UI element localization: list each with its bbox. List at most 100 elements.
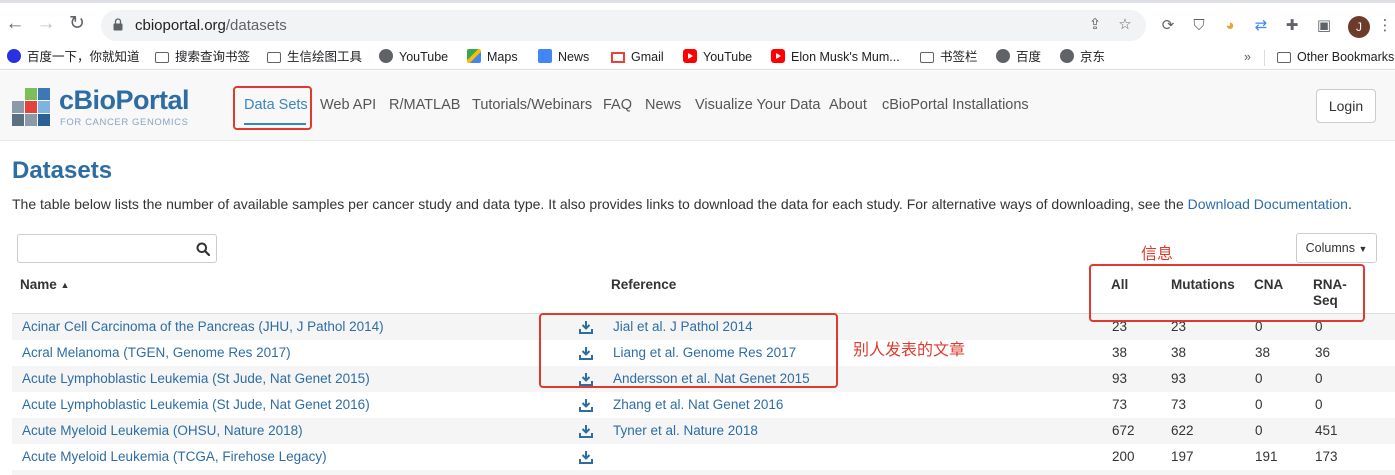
nav-visualize-your-data[interactable]: Visualize Your Data (695, 97, 821, 113)
share-icon[interactable]: ⇪ (1085, 15, 1105, 35)
mutations-count: 38 (1171, 345, 1187, 360)
globe-icon (996, 49, 1010, 63)
bookmark-baidu-search[interactable]: 百度一下，你就知道 (7, 48, 140, 66)
intro-end: . (1347, 196, 1352, 212)
cna-count: 0 (1255, 397, 1263, 412)
table-row (12, 470, 1395, 475)
study-name-link[interactable]: Acral Melanoma (TGEN, Genome Res 2017) (22, 345, 291, 360)
sidebar-icon[interactable]: ▣ (1314, 16, 1334, 36)
cna-count: 0 (1255, 371, 1263, 386)
bookmarks-overflow-chevron[interactable]: » (1244, 48, 1251, 66)
bookmark-baidu[interactable]: 百度 (996, 48, 1041, 66)
download-icon[interactable] (579, 450, 593, 464)
back-arrow-icon[interactable]: ← (4, 13, 26, 35)
study-name-link[interactable]: Acute Lymphoblastic Leukemia (St Jude, N… (22, 397, 370, 412)
intro-paragraph: The table below lists the number of avai… (12, 196, 1352, 212)
shield-extension-icon[interactable]: ⛉ (1189, 16, 1209, 36)
table-row: Acute Myeloid Leukemia (TCGA, Firehose L… (12, 444, 1395, 470)
gmail-icon (611, 52, 625, 63)
cna-count: 191 (1255, 449, 1278, 464)
nav-news[interactable]: News (645, 97, 681, 113)
menu-kebab-icon[interactable]: ⋮ (1375, 16, 1395, 36)
cbioportal-logo[interactable]: cBioPortal FOR CANCER GENOMICS (12, 85, 192, 129)
maps-icon (467, 49, 481, 63)
url-text: cbioportal.org/datasets (135, 17, 287, 34)
search-icon[interactable] (196, 242, 210, 256)
rna-seq-count: 0 (1315, 397, 1323, 412)
bookmark-jd[interactable]: 京东 (1060, 48, 1105, 66)
annotation-articles-label: 别人发表的文章 (853, 342, 966, 359)
columns-label: Columns (1305, 241, 1355, 255)
mutations-count: 93 (1171, 371, 1187, 386)
bookmark-news[interactable]: News (538, 48, 589, 66)
reference-link[interactable]: Zhang et al. Nat Genet 2016 (613, 397, 783, 412)
bookmark-label: Gmail (631, 50, 664, 64)
bookmark-star-icon[interactable]: ☆ (1115, 15, 1135, 35)
folder-icon (267, 52, 281, 63)
logo-mark-icon (12, 88, 50, 126)
bookmark-folder-tools[interactable]: 生信绘图工具 (267, 48, 362, 66)
logo-subtitle: FOR CANCER GENOMICS (60, 117, 189, 128)
nav-cbioportal-installations[interactable]: cBioPortal Installations (882, 97, 1029, 113)
translate-extension-icon[interactable]: ⇄ (1251, 16, 1271, 36)
logo-text: cBioPortal (59, 85, 190, 115)
bookmark-label: 搜索查询书签 (175, 50, 251, 64)
forward-arrow-icon[interactable]: → (35, 13, 57, 35)
nav-faq[interactable]: FAQ (603, 97, 632, 113)
reload-icon[interactable]: ↻ (66, 13, 88, 35)
nav-about[interactable]: About (829, 97, 867, 113)
column-header-name[interactable]: Name ▲ (20, 277, 69, 292)
bookmark-elon-musk[interactable]: Elon Musk's Mum... (771, 48, 900, 66)
annotation-box-references (539, 313, 838, 388)
url-path: /datasets (225, 17, 287, 34)
bookmark-label: Elon Musk's Mum... (791, 50, 900, 64)
mutations-count: 197 (1171, 449, 1194, 464)
nav-web-api[interactable]: Web API (320, 97, 376, 113)
nav-r-matlab[interactable]: R/MATLAB (389, 97, 460, 113)
login-button[interactable]: Login (1316, 89, 1376, 123)
all-count: 672 (1112, 423, 1135, 438)
browser-toolbar: ← → ↻ cbioportal.org/datasets ⇪ ☆ ⟳ ⛉ ◕ … (0, 0, 1395, 44)
bookmark-label: 百度一下，你就知道 (27, 50, 140, 64)
colorful-extension-icon[interactable]: ◕ (1220, 16, 1240, 36)
sync-extension-icon[interactable]: ⟳ (1158, 16, 1178, 36)
address-bar[interactable]: cbioportal.org/datasets ⇪ ☆ (101, 10, 1146, 41)
bookmarks-divider (1264, 50, 1265, 66)
all-count: 93 (1112, 371, 1128, 386)
nav-tutorials-webinars[interactable]: Tutorials/Webinars (472, 97, 592, 113)
download-icon[interactable] (579, 398, 593, 412)
bookmark-gmail[interactable]: Gmail (611, 48, 664, 66)
baidu-paw-icon (7, 49, 21, 63)
other-bookmarks[interactable]: Other Bookmarks (1277, 48, 1394, 66)
download-icon[interactable] (579, 424, 593, 438)
bookmark-maps[interactable]: Maps (467, 48, 518, 66)
bookmark-label: YouTube (703, 50, 753, 64)
site-navbar: cBioPortal FOR CANCER GENOMICS Data Sets… (0, 71, 1395, 141)
bookmark-folder-bar[interactable]: 书签栏 (920, 48, 978, 66)
globe-icon (1060, 49, 1074, 63)
rna-seq-count: 173 (1315, 449, 1338, 464)
all-count: 38 (1112, 345, 1128, 360)
bookmark-label: Maps (487, 50, 518, 64)
folder-icon (1277, 52, 1291, 63)
annotation-info-label: 信息 (1141, 246, 1174, 263)
rna-seq-count: 451 (1315, 423, 1338, 438)
search-input[interactable] (22, 238, 187, 259)
study-name-link[interactable]: Acute Lymphoblastic Leukemia (St Jude, N… (22, 371, 370, 386)
study-name-link[interactable]: Acute Myeloid Leukemia (TCGA, Firehose L… (22, 449, 327, 464)
bookmark-youtube-1[interactable]: YouTube (379, 48, 448, 66)
bookmark-youtube-2[interactable]: YouTube (683, 48, 752, 66)
annotation-box-data-sets (233, 86, 312, 130)
columns-dropdown-button[interactable]: Columns ▼ (1296, 233, 1377, 263)
download-documentation-link[interactable]: Download Documentation (1188, 196, 1348, 212)
all-count: 73 (1112, 397, 1128, 412)
rna-seq-count: 36 (1315, 345, 1331, 360)
study-name-link[interactable]: Acinar Cell Carcinoma of the Pancreas (J… (22, 319, 384, 334)
table-search[interactable] (17, 234, 217, 263)
column-header-reference[interactable]: Reference (611, 277, 676, 292)
study-name-link[interactable]: Acute Myeloid Leukemia (OHSU, Nature 201… (22, 423, 303, 438)
profile-avatar[interactable]: J (1348, 16, 1370, 38)
bookmark-folder-search[interactable]: 搜索查询书签 (155, 48, 250, 66)
extensions-puzzle-icon[interactable]: ✚ (1282, 16, 1302, 36)
reference-link[interactable]: Tyner et al. Nature 2018 (613, 423, 758, 438)
